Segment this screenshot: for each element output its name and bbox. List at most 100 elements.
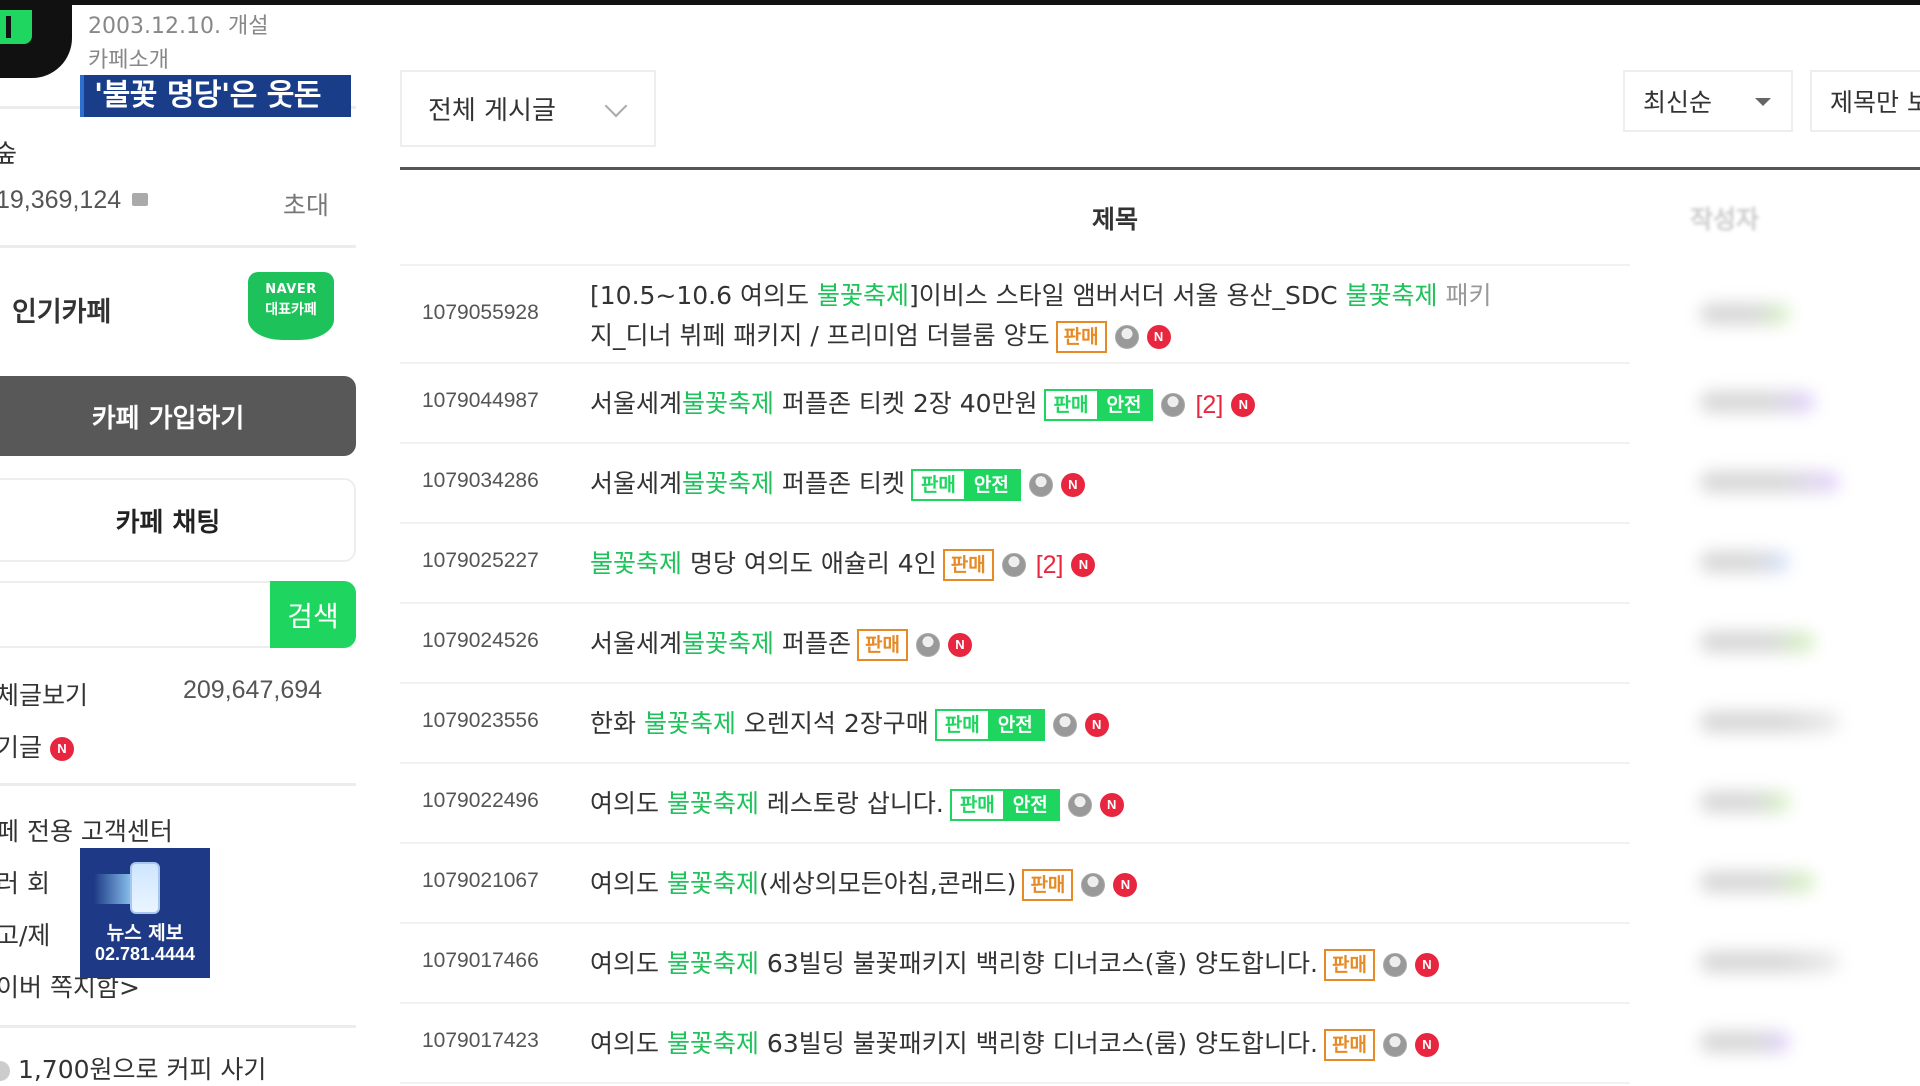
post-title-line: 서울세계불꽃축제 퍼플존 판매 N xyxy=(590,624,972,661)
join-cafe-button[interactable]: 카페 가입하기 xyxy=(0,376,356,456)
author-name-blurred[interactable] xyxy=(1700,951,1840,973)
popular-posts-label: 기글 xyxy=(0,733,43,762)
safe-trade-tag: 안전 xyxy=(987,711,1043,739)
author-name-blurred[interactable] xyxy=(1700,551,1790,573)
new-badge-icon: N xyxy=(1099,793,1124,817)
title-continued: 지_디너 뷔페 패키지 / 프리미엄 더블룸 양도 xyxy=(590,321,1050,350)
post-title-link[interactable]: 서울세계불꽃축제 퍼플존 티켓 판매 안전 N xyxy=(590,464,1085,501)
post-title-link[interactable]: 서울세계불꽃축제 퍼플존 판매 N xyxy=(590,624,972,661)
sale-tag: 판매 xyxy=(1323,949,1375,981)
comment-count[interactable]: [2] xyxy=(1036,551,1064,579)
image-attachment-icon xyxy=(1001,553,1026,577)
title-suffix: 패키 xyxy=(1437,281,1492,310)
sale-safe-tag: 판매 안전 xyxy=(934,709,1045,741)
title-suffix: 퍼플존 티켓 2장 40만원 xyxy=(774,389,1038,418)
title-only-select[interactable]: 제목만 보기 xyxy=(1810,70,1920,132)
new-badge-icon: N xyxy=(1060,473,1085,497)
post-title-line: 불꽃축제 명당 여의도 애슐리 4인 판매 [2] N xyxy=(590,544,1096,581)
title-prefix: 서울세계 xyxy=(590,389,683,418)
new-badge-icon: N xyxy=(1414,953,1439,977)
cafe-search-button[interactable]: 검색 xyxy=(270,581,356,648)
post-number: 1079022496 xyxy=(422,789,539,812)
title-keyword-highlight: 불꽃축제 xyxy=(682,389,775,418)
post-title-line: 여의도 불꽃축제 63빌딩 불꽃패키지 백리향 디너코스(룸) 양도합니다. 판매… xyxy=(590,1024,1439,1061)
post-number: 1079044987 xyxy=(422,389,539,412)
sort-order-select[interactable]: 최신순 xyxy=(1623,70,1793,132)
post-title-link[interactable]: 여의도 불꽃축제 63빌딩 불꽃패키지 백리향 디너코스(룸) 양도합니다. 판매… xyxy=(590,1024,1439,1061)
sale-tag: 판매 xyxy=(936,711,988,739)
image-attachment-icon xyxy=(1052,713,1077,737)
table-row[interactable]: 1079025227 불꽃축제 명당 여의도 애슐리 4인 판매 [2] N xyxy=(400,522,1630,604)
founded-date: 2003.12.10. 개설 xyxy=(88,14,269,39)
sidebar-link-3[interactable]: 고/제 xyxy=(0,916,50,952)
popular-posts-link[interactable]: 기글 N xyxy=(0,728,74,764)
table-row[interactable]: 1079044987 서울세계불꽃축제 퍼플존 티켓 2장 40만원 판매 안전 [2]… xyxy=(400,362,1630,444)
coffee-icon xyxy=(0,1061,10,1081)
table-row[interactable]: 1079017466 여의도 불꽃축제 63빌딩 불꽃패키지 백리향 디너코스(홀… xyxy=(400,922,1630,1004)
author-name-blurred[interactable] xyxy=(1700,711,1840,733)
title-prefix: 여의도 xyxy=(590,869,667,898)
title-prefix: [10.5~10.6 여의도 xyxy=(590,281,817,310)
invite-link[interactable]: 초대 xyxy=(283,186,329,222)
comment-count[interactable]: [2] xyxy=(1195,391,1223,419)
title-prefix: 한화 xyxy=(590,709,644,738)
sale-tag: 판매 xyxy=(1022,869,1074,901)
title-keyword-highlight: 불꽃축제 xyxy=(1345,281,1438,310)
new-badge-icon: N xyxy=(947,633,972,657)
title-keyword-highlight: 불꽃축제 xyxy=(816,281,909,310)
safe-trade-tag: 안전 xyxy=(1002,791,1058,819)
all-posts-link[interactable]: 체글보기 xyxy=(0,676,88,712)
author-name-blurred[interactable] xyxy=(1700,303,1790,325)
popular-cafe-text: 인기카페 xyxy=(12,297,112,328)
top-border xyxy=(0,0,1920,5)
table-row[interactable]: 1079017423 여의도 불꽃축제 63빌딩 불꽃패키지 백리향 디너코스(룸… xyxy=(400,1002,1630,1084)
author-name-blurred[interactable] xyxy=(1700,1031,1790,1053)
sale-tag: 판매 xyxy=(912,471,964,499)
customer-center-link[interactable]: 페 전용 고객센터 xyxy=(0,812,173,848)
table-row[interactable]: 1079021067 여의도 불꽃축제(세상의모든아침,콘래드) 판매 N xyxy=(400,842,1630,924)
post-number: 1079034286 xyxy=(422,469,539,492)
table-header-border xyxy=(400,167,1920,170)
post-title-link[interactable]: 한화 불꽃축제 오렌지석 2장구매 판매 안전 N xyxy=(590,704,1109,741)
divider xyxy=(0,245,356,248)
title-suffix: 퍼플존 티켓 xyxy=(774,469,905,498)
table-row[interactable]: 1079022496 여의도 불꽃축제 레스토랑 삽니다. 판매 안전 N xyxy=(400,762,1630,844)
coffee-link[interactable]: 1,700원으로 커피 사기 xyxy=(0,1050,266,1086)
post-title-line: 여의도 불꽃축제 레스토랑 삽니다. 판매 안전 N xyxy=(590,784,1124,821)
post-title-link[interactable]: 불꽃축제 명당 여의도 애슐리 4인 판매 [2] N xyxy=(590,544,1096,581)
post-title-line: 여의도 불꽃축제(세상의모든아침,콘래드) 판매 N xyxy=(590,864,1138,901)
title-suffix: 명당 여의도 애슐리 4인 xyxy=(682,549,937,578)
title-keyword-highlight: 불꽃축제 xyxy=(682,629,775,658)
board-filter-select[interactable]: 전체 게시글 xyxy=(400,70,656,147)
table-row[interactable]: 1079034286 서울세계불꽃축제 퍼플존 티켓 판매 안전 N xyxy=(400,442,1630,524)
post-number: 1079017466 xyxy=(422,949,539,972)
new-badge-icon: N xyxy=(1414,1033,1439,1057)
post-title-link[interactable]: 여의도 불꽃축제(세상의모든아침,콘래드) 판매 N xyxy=(590,864,1138,901)
join-cafe-label: 카페 가입하기 xyxy=(91,403,245,434)
author-name-blurred[interactable] xyxy=(1700,631,1815,653)
cafe-logo[interactable] xyxy=(0,0,72,78)
author-name-blurred[interactable] xyxy=(1700,871,1815,893)
post-title-link[interactable]: 여의도 불꽃축제 레스토랑 삽니다. 판매 안전 N xyxy=(590,784,1124,821)
divider xyxy=(0,1025,356,1028)
sidebar-link-2[interactable]: 러 회 xyxy=(0,864,50,900)
author-name-blurred[interactable] xyxy=(1700,791,1790,813)
sale-tag: 판매 xyxy=(951,791,1003,819)
board-filter-value: 전체 게시글 xyxy=(428,96,556,126)
chevron-down-icon xyxy=(604,94,628,118)
cafe-chat-button[interactable]: 카페 채팅 xyxy=(0,478,356,562)
author-name-blurred[interactable] xyxy=(1700,471,1840,493)
title-suffix: 63빌딩 불꽃패키지 백리향 디너코스(홀) 양도합니다. xyxy=(758,949,1318,978)
cafe-search-input[interactable] xyxy=(0,581,272,648)
cafe-intro-link[interactable]: 카페소개 xyxy=(88,42,169,74)
post-title-link[interactable]: [10.5~10.6 여의도 불꽃축제]이비스 스타일 앰버서더 서울 용산_S… xyxy=(590,276,1492,353)
title-suffix: 퍼플존 xyxy=(774,629,851,658)
new-badge-icon: N xyxy=(1071,553,1096,577)
safe-trade-tag: 안전 xyxy=(963,471,1019,499)
table-row[interactable]: 1079023556 한화 불꽃축제 오렌지석 2장구매 판매 안전 N xyxy=(400,682,1630,764)
post-title-link[interactable]: 여의도 불꽃축제 63빌딩 불꽃패키지 백리향 디너코스(홀) 양도합니다. 판매… xyxy=(590,944,1439,981)
post-title-link[interactable]: 서울세계불꽃축제 퍼플존 티켓 2장 40만원 판매 안전 [2] N xyxy=(590,384,1256,421)
author-name-blurred[interactable] xyxy=(1700,391,1815,413)
table-row[interactable]: 1079055928 [10.5~10.6 여의도 불꽃축제]이비스 스타일 앰버… xyxy=(400,266,1630,364)
table-row[interactable]: 1079024526 서울세계불꽃축제 퍼플존 판매 N xyxy=(400,602,1630,684)
